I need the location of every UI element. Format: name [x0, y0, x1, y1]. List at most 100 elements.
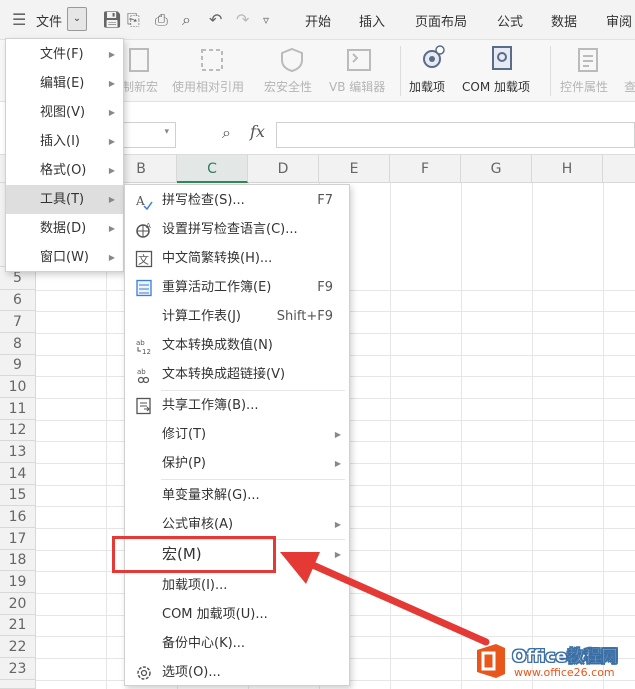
menu-item-share-workbook[interactable]: 共享工作簿(B)...	[125, 391, 349, 420]
format-painter-icon[interactable]: ⎘	[127, 10, 140, 30]
submenu-arrow-icon: ▶	[108, 166, 115, 175]
hamburger-menu-icon[interactable]: ☰	[12, 10, 26, 30]
menu-item-revisions[interactable]: 修订(T) ▶	[125, 420, 349, 449]
menu-item-text-to-link[interactable]: ab 文本转换成超链接(V)	[125, 360, 349, 389]
chinese-convert-icon: 文	[135, 250, 153, 268]
ribbon-com-add-ins[interactable]: COM 加载项	[462, 78, 530, 95]
chevron-down-icon[interactable]: ⌄	[67, 7, 87, 31]
row-header-7[interactable]: 7	[0, 311, 36, 333]
main-menu-item-insert[interactable]: 插入(I) ▶	[6, 127, 123, 156]
submenu-arrow-icon: ▶	[108, 253, 115, 262]
column-header-e[interactable]: E	[319, 155, 390, 183]
row-header-11[interactable]: 11	[0, 398, 36, 420]
office-logo-icon	[477, 644, 505, 678]
ribbon-vb-editor[interactable]: VB 编辑器	[329, 78, 385, 95]
name-box-dropdown-icon[interactable]: ▾	[164, 127, 169, 137]
tab-insert[interactable]: 插入	[359, 11, 385, 30]
menu-item-goal-seek[interactable]: 单变量求解(G)...	[125, 481, 349, 510]
row-header-15[interactable]: 15	[0, 485, 36, 506]
globe-language-icon: A	[136, 222, 151, 238]
redo-icon[interactable]: ↷	[236, 10, 249, 30]
row-header-20[interactable]: 20	[0, 593, 36, 615]
column-header-d[interactable]: D	[248, 155, 319, 183]
print-icon[interactable]: ⎙	[155, 10, 168, 30]
menu-item-options[interactable]: 选项(O)...	[125, 658, 349, 687]
row-header-10[interactable]: 10	[0, 376, 36, 398]
menu-item-formula-audit[interactable]: 公式审核(A) ▶	[125, 510, 349, 539]
column-header-i[interactable]	[603, 155, 635, 183]
row-header-23[interactable]: 23	[0, 658, 36, 680]
watermark-url: www.office26.com	[514, 666, 615, 679]
row-header-19[interactable]: 19	[0, 571, 36, 593]
tab-review[interactable]: 审阅	[606, 11, 632, 30]
row-header-24[interactable]	[0, 680, 36, 689]
ribbon-relative-reference[interactable]: 使用相对引用	[172, 78, 244, 95]
main-menu: 文件(F) ▶ 编辑(E) ▶ 视图(V) ▶ 插入(I) ▶ 格式(O) ▶ 工具(T)…	[5, 38, 124, 272]
file-menu-label[interactable]: 文件	[36, 11, 62, 30]
ribbon-view-code[interactable]: 查	[624, 78, 635, 95]
macro-security-icon	[281, 47, 303, 73]
submenu-arrow-icon: ▶	[108, 195, 115, 204]
main-menu-item-format[interactable]: 格式(O) ▶	[6, 156, 123, 185]
submenu-arrow-icon: ▶	[334, 459, 341, 468]
submenu-arrow-icon: ▶	[334, 430, 341, 439]
fx-icon[interactable]: fx	[250, 122, 265, 141]
row-header-9[interactable]: 9	[0, 355, 36, 376]
row-header-13[interactable]: 13	[0, 441, 36, 463]
tab-home[interactable]: 开始	[305, 11, 331, 30]
column-header-f[interactable]: F	[390, 155, 461, 183]
menu-item-chinese-convert[interactable]: 文 中文简繁转换(H)...	[125, 244, 349, 273]
formula-input[interactable]	[276, 122, 635, 148]
column-header-c[interactable]: C	[177, 155, 248, 183]
ribbon-macro-security[interactable]: 宏安全性	[264, 78, 312, 95]
menu-item-recalc-workbook[interactable]: 重算活动工作簿(E) F9	[125, 273, 349, 302]
row-header-16[interactable]: 16	[0, 506, 36, 528]
svg-text:12: 12	[142, 348, 151, 355]
menu-item-spell-check[interactable]: A 拼写检查(S)... F7	[125, 186, 349, 215]
main-menu-item-view[interactable]: 视图(V) ▶	[6, 98, 123, 127]
menu-item-calc-sheet[interactable]: 计算工作表(J) Shift+F9	[125, 302, 349, 331]
menu-item-spell-language[interactable]: A 设置拼写检查语言(C)...	[125, 215, 349, 244]
column-header-h[interactable]: H	[532, 155, 603, 183]
customize-quick-access-icon[interactable]: ▿	[263, 10, 269, 30]
row-header-12[interactable]: 12	[0, 420, 36, 441]
svg-text:ab: ab	[137, 368, 146, 376]
text-to-number-icon: ab12	[136, 339, 151, 355]
column-header-g[interactable]: G	[461, 155, 532, 183]
zoom-search-icon[interactable]: ⌕	[222, 123, 231, 143]
submenu-arrow-icon: ▶	[108, 79, 115, 88]
com-add-ins-icon	[492, 46, 512, 70]
svg-text:文: 文	[138, 253, 149, 267]
tab-data[interactable]: 数据	[551, 11, 577, 30]
tab-page-layout[interactable]: 页面布局	[415, 11, 467, 30]
row-header-8[interactable]: 8	[0, 333, 36, 355]
print-preview-icon[interactable]: ⌕	[182, 10, 191, 30]
watermark: Office教程网 www.office26.com	[470, 636, 632, 686]
menu-item-text-to-number[interactable]: ab 12 文本转换成数值(N)	[125, 331, 349, 360]
macro-highlight-box	[112, 536, 276, 573]
submenu-arrow-icon: ▶	[108, 137, 115, 146]
ribbon-control-properties[interactable]: 控件属性	[560, 78, 608, 95]
main-menu-item-data[interactable]: 数据(D) ▶	[6, 214, 123, 243]
svg-text:A: A	[146, 222, 151, 230]
ribbon-add-ins[interactable]: 加载项	[409, 78, 445, 95]
tab-formulas[interactable]: 公式	[497, 11, 523, 30]
row-header-18[interactable]: 18	[0, 550, 36, 571]
main-menu-item-window[interactable]: 窗口(W) ▶	[6, 243, 123, 272]
row-header-22[interactable]: 22	[0, 636, 36, 658]
recalc-icon	[136, 279, 152, 297]
row-header-6[interactable]: 6	[0, 290, 36, 311]
main-menu-item-edit[interactable]: 编辑(E) ▶	[6, 69, 123, 98]
ribbon-record-macro[interactable]: 制新宏	[122, 78, 158, 95]
save-icon[interactable]: 💾︎	[102, 10, 122, 30]
row-header-14[interactable]: 14	[0, 463, 36, 485]
undo-icon[interactable]: ↶	[209, 10, 222, 30]
submenu-arrow-icon: ▶	[108, 50, 115, 59]
row-header-21[interactable]: 21	[0, 615, 36, 636]
main-menu-item-tools[interactable]: 工具(T) ▶	[6, 185, 123, 214]
submenu-arrow-icon: ▶	[334, 520, 341, 529]
menu-item-protection[interactable]: 保护(P) ▶	[125, 449, 349, 478]
row-header-17[interactable]: 17	[0, 528, 36, 550]
ribbon-divider	[400, 46, 401, 96]
main-menu-item-file[interactable]: 文件(F) ▶	[6, 40, 123, 69]
